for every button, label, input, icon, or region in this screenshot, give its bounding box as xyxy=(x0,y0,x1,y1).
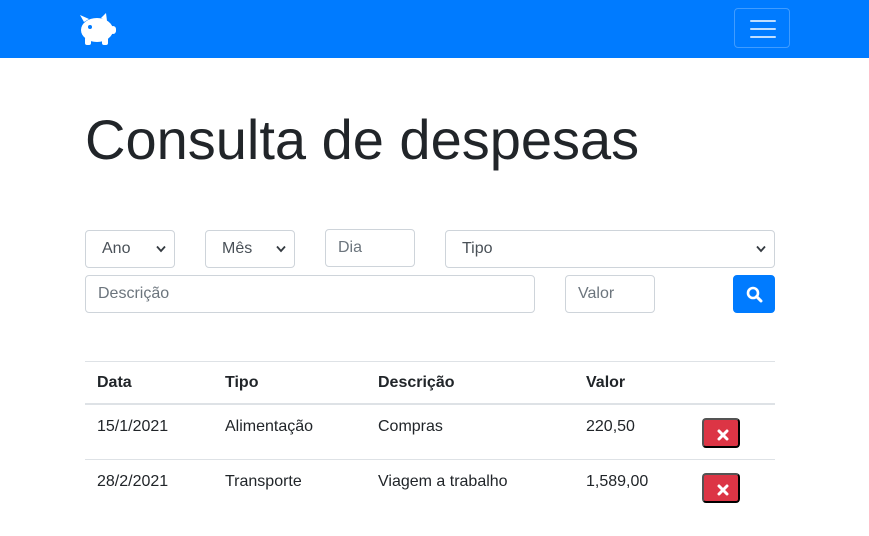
descricao-placeholder: Descrição xyxy=(98,285,170,302)
ano-select[interactable]: Ano xyxy=(85,230,175,268)
page-title: Consulta de despesas xyxy=(85,108,640,171)
navbar xyxy=(0,0,869,58)
cell-data: 15/1/2021 xyxy=(97,418,169,435)
cell-descricao: Viagem a trabalho xyxy=(378,473,508,490)
search-button[interactable] xyxy=(733,275,775,313)
mes-select[interactable]: Mês xyxy=(205,230,295,268)
descricao-input[interactable]: Descrição xyxy=(85,275,535,313)
cell-data: 28/2/2021 xyxy=(97,473,169,490)
table-header: Data Tipo Descrição Valor xyxy=(85,361,775,405)
cell-tipo: Transporte xyxy=(225,473,302,490)
chevron-down-icon xyxy=(156,245,166,253)
close-icon xyxy=(717,484,729,496)
delete-button[interactable] xyxy=(702,418,740,448)
header-data: Data xyxy=(97,374,132,391)
cell-tipo: Alimentação xyxy=(225,418,314,435)
piggy-bank-icon[interactable] xyxy=(76,10,118,46)
delete-button[interactable] xyxy=(702,473,740,503)
dia-input[interactable]: Dia xyxy=(325,229,415,267)
table-row: 15/1/2021 Alimentação Compras 220,50 xyxy=(85,405,775,460)
hamburger-menu-icon xyxy=(750,19,776,39)
cell-valor: 1,589,00 xyxy=(586,473,649,490)
ano-select-value: Ano xyxy=(102,240,131,257)
cell-valor: 220,50 xyxy=(586,418,635,435)
table-row: 28/2/2021 Transporte Viagem a trabalho 1… xyxy=(85,460,775,515)
header-valor: Valor xyxy=(586,374,626,391)
header-descricao: Descrição xyxy=(378,374,455,391)
expenses-table: Data Tipo Descrição Valor 15/1/2021 Alim… xyxy=(85,361,775,515)
valor-input[interactable]: Valor xyxy=(565,275,655,313)
close-icon xyxy=(717,429,729,441)
mes-select-value: Mês xyxy=(222,240,253,257)
tipo-select-value: Tipo xyxy=(462,240,493,257)
dia-placeholder: Dia xyxy=(338,239,363,256)
header-tipo: Tipo xyxy=(225,374,259,391)
chevron-down-icon xyxy=(756,245,766,253)
navbar-toggler-button[interactable] xyxy=(734,8,790,48)
valor-placeholder: Valor xyxy=(578,285,615,302)
search-icon xyxy=(746,286,763,303)
chevron-down-icon xyxy=(276,245,286,253)
tipo-select[interactable]: Tipo xyxy=(445,230,775,268)
cell-descricao: Compras xyxy=(378,418,443,435)
